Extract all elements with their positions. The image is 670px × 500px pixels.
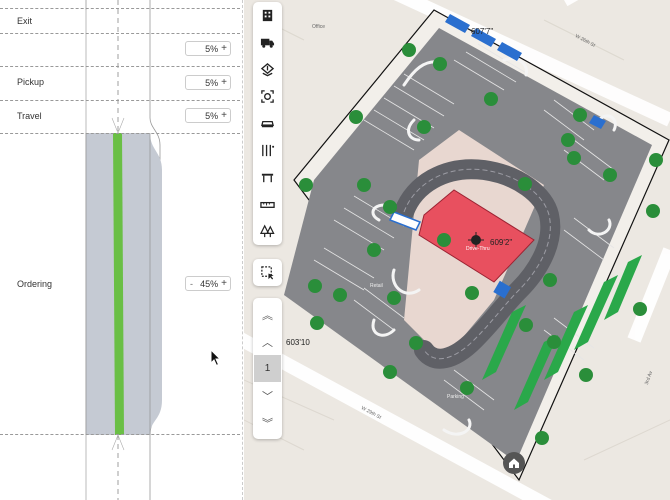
segment-divider bbox=[0, 434, 240, 435]
building-icon bbox=[262, 9, 273, 22]
pickup-percent-value: 5% bbox=[205, 77, 219, 88]
ordering-percent-value: 45% bbox=[200, 278, 219, 289]
pickup-percent-stepper[interactable]: 5% + bbox=[185, 75, 231, 90]
prev-page-button[interactable]: ︿ bbox=[253, 328, 282, 355]
current-page[interactable]: 1 bbox=[254, 355, 281, 382]
segment-label-travel: Travel bbox=[17, 111, 42, 121]
mouse-cursor-icon bbox=[210, 349, 222, 367]
select-tool-group bbox=[253, 259, 282, 286]
tool-ruler[interactable] bbox=[253, 191, 282, 218]
drive-thru-lane-panel: Exit 5% + Pickup 5% + Travel 5% + Orderi… bbox=[0, 0, 240, 500]
travel-percent-value: 5% bbox=[205, 110, 219, 121]
tool-car[interactable] bbox=[253, 110, 282, 137]
table-icon bbox=[261, 173, 274, 183]
segment-label-pickup: Pickup bbox=[17, 77, 45, 87]
tool-layers[interactable] bbox=[253, 56, 282, 83]
next-page-button[interactable]: ﹀ bbox=[253, 382, 282, 409]
parking-label: Parking bbox=[447, 394, 464, 400]
exit-percent-stepper[interactable]: 5% + bbox=[185, 41, 231, 56]
ruler-icon bbox=[260, 201, 275, 208]
tool-trees[interactable] bbox=[253, 218, 282, 245]
select-area-icon bbox=[261, 266, 274, 280]
first-page-button[interactable]: ︽ bbox=[253, 301, 282, 328]
tool-table[interactable] bbox=[253, 164, 282, 191]
segment-divider bbox=[0, 100, 240, 101]
segment-divider bbox=[0, 8, 240, 9]
travel-percent-stepper[interactable]: 5% + bbox=[185, 108, 231, 123]
retail-label: Retail bbox=[370, 283, 383, 289]
last-page-button[interactable]: ︾ bbox=[253, 409, 282, 436]
dimension-top: 607'7" bbox=[471, 27, 494, 36]
segment-divider bbox=[0, 133, 240, 134]
site-map[interactable]: 607'7" 609'2" 603'10 Drive-Thru Retail P… bbox=[244, 0, 670, 500]
focus-icon bbox=[261, 90, 274, 103]
minus-icon[interactable]: - bbox=[190, 279, 193, 289]
tool-select-area[interactable] bbox=[253, 259, 282, 286]
tool-parking-adjust[interactable] bbox=[253, 137, 282, 164]
dimension-building: 609'2" bbox=[490, 238, 513, 247]
layers-icon bbox=[260, 63, 275, 77]
segment-label-ordering: Ordering bbox=[17, 279, 53, 289]
home-button[interactable] bbox=[503, 452, 525, 474]
plus-icon[interactable]: + bbox=[221, 110, 227, 121]
dimension-left: 603'10 bbox=[286, 338, 310, 347]
building-label: Drive-Thru bbox=[466, 246, 490, 252]
segment-divider bbox=[0, 66, 240, 67]
plus-icon[interactable]: + bbox=[221, 43, 227, 54]
panel-divider bbox=[242, 0, 243, 500]
segment-divider bbox=[0, 33, 240, 34]
truck-icon bbox=[260, 38, 275, 48]
site-plan-canvas[interactable] bbox=[244, 0, 670, 500]
tool-focus[interactable] bbox=[253, 83, 282, 110]
tool-palette bbox=[253, 2, 282, 245]
plus-icon[interactable]: + bbox=[221, 77, 227, 88]
home-icon bbox=[509, 458, 519, 468]
floor-pager: ︽ ︿ 1 ﹀ ︾ bbox=[253, 298, 282, 439]
parking-adjust-icon bbox=[262, 144, 275, 157]
exit-percent-value: 5% bbox=[205, 43, 219, 54]
tool-truck[interactable] bbox=[253, 29, 282, 56]
trees-icon bbox=[260, 224, 275, 238]
plus-icon[interactable]: + bbox=[221, 278, 227, 289]
ordering-percent-stepper[interactable]: - 45% + bbox=[185, 276, 231, 291]
poi-label: Office bbox=[312, 24, 325, 30]
car-icon bbox=[261, 120, 274, 128]
segment-label-exit: Exit bbox=[17, 16, 33, 26]
tool-building[interactable] bbox=[253, 2, 282, 29]
